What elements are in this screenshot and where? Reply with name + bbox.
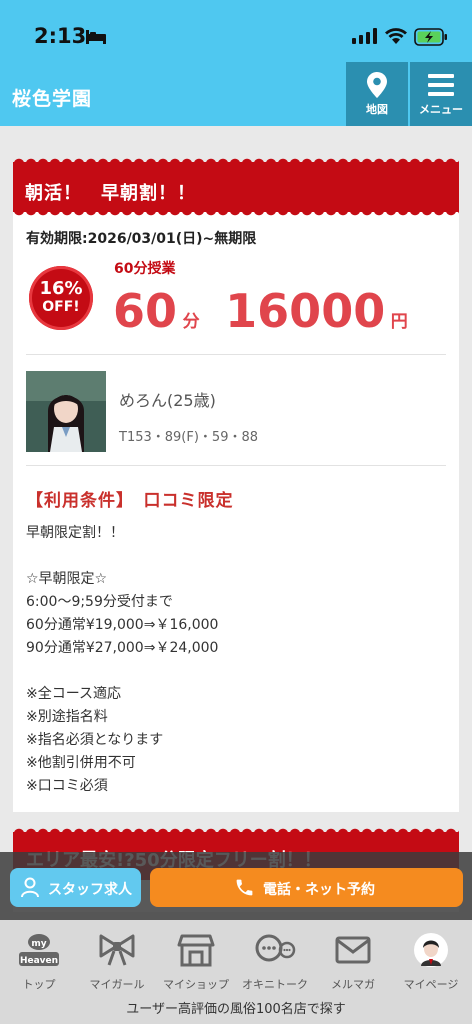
detail-line: 60分通常¥19,000⇒￥16,000	[26, 617, 219, 633]
discount-percent: 16%	[39, 278, 83, 299]
floating-action-bar: スタッフ求人 電話・ネット予約	[0, 852, 472, 920]
menu-button[interactable]: メニュー	[410, 62, 472, 126]
banner-scallop-top	[13, 826, 459, 834]
shop-title[interactable]: 桜色学園	[12, 84, 92, 111]
coupon-validity: 有効期限:2026/03/01(日)~無期限	[26, 231, 257, 247]
price-row: 60 分 16000 円	[113, 284, 408, 340]
map-pin-icon	[367, 72, 387, 98]
divider	[26, 465, 446, 466]
discount-off: OFF!	[42, 299, 80, 315]
staff-recruit-label: スタッフ求人	[48, 882, 132, 898]
person-icon	[21, 877, 39, 898]
girl-name[interactable]: めろん(25歳)	[119, 387, 216, 411]
phone-icon	[236, 879, 253, 896]
call-reserve-label: 電話・ネット予約	[263, 882, 375, 898]
tab-label: マイショップ	[163, 978, 229, 991]
banner-scallop-top	[13, 156, 459, 164]
mail-icon	[335, 936, 371, 964]
tab-my-page[interactable]: マイページ	[392, 920, 470, 1000]
shop-icon	[177, 934, 215, 967]
coupon-card: 朝活！ 早朝割！！ 有効期限:2026/03/01(日)~無期限 16% OFF…	[13, 156, 459, 812]
myheaven-logo-top: my	[31, 939, 46, 949]
detail-line	[26, 545, 446, 568]
chat-icon	[255, 934, 296, 962]
cellular-signal-icon	[352, 28, 377, 44]
girl-photo[interactable]	[26, 371, 106, 452]
avatar-icon	[414, 933, 448, 967]
detail-line: 6:00～9;59分受付まで	[26, 594, 173, 610]
detail-line: ※全コース適応	[26, 686, 122, 702]
course-minutes: 60	[113, 284, 178, 338]
detail-line: ※他割引併用不可	[26, 755, 136, 771]
price-unit: 円	[390, 312, 408, 332]
tab-label: マイガール	[89, 978, 145, 991]
tab-top[interactable]: my Heaven トップ	[0, 920, 78, 1000]
girl-measurements: T153・89(F)・59・88	[119, 430, 259, 445]
detail-line: ☆早朝限定☆	[26, 571, 108, 587]
detail-line: 90分通常¥27,000⇒￥24,000	[26, 640, 219, 656]
footer-search-link[interactable]: ユーザー高評価の風俗100名店で探す	[0, 1000, 472, 1024]
coupon-title: 朝活！ 早朝割！！	[25, 183, 196, 204]
detail-line	[26, 660, 446, 683]
detail-line: 早朝限定割！！	[26, 525, 124, 541]
minutes-unit: 分	[182, 312, 200, 332]
tab-my-girl[interactable]: マイガール	[78, 920, 156, 1000]
sleep-mode-icon	[86, 30, 106, 44]
menu-label: メニュー	[419, 103, 463, 116]
tab-mail-magazine[interactable]: メルマガ	[314, 920, 392, 1000]
tab-label: マイページ	[403, 978, 459, 991]
myheaven-icon: my Heaven	[19, 934, 59, 966]
tab-my-shop[interactable]: マイショップ	[157, 920, 235, 1000]
staff-recruit-button[interactable]: スタッフ求人	[10, 868, 141, 907]
hamburger-icon	[428, 74, 454, 96]
status-time: 2:13	[34, 24, 87, 48]
coupon-banner: 朝活！ 早朝割！！	[13, 156, 459, 218]
call-reserve-button[interactable]: 電話・ネット予約	[150, 868, 463, 907]
detail-line: ※口コミ必須	[26, 778, 108, 794]
tab-label: トップ	[22, 978, 56, 991]
discount-badge: 16% OFF!	[29, 266, 93, 330]
divider	[26, 354, 446, 355]
course-name: 60分授業	[114, 261, 176, 277]
coupon-details: 早朝限定割！！ ☆早朝限定☆ 6:00～9;59分受付まで 60分通常¥19,0…	[26, 522, 446, 798]
tab-label: オキニトーク	[242, 978, 308, 991]
wifi-icon	[385, 28, 407, 44]
detail-line: ※指名必須となります	[26, 732, 164, 748]
detail-line: ※別途指名料	[26, 709, 108, 725]
myheaven-logo-bottom: Heaven	[20, 956, 58, 966]
tab-okini-talk[interactable]: オキニトーク	[236, 920, 314, 1000]
map-label: 地図	[366, 103, 388, 116]
course-price: 16000	[225, 284, 386, 338]
map-button[interactable]: 地図	[346, 62, 408, 126]
tab-label: メルマガ	[331, 978, 375, 991]
conditions-title: 【利用条件】 口コミ限定	[26, 491, 234, 511]
girl-photo-image	[26, 371, 106, 452]
app-header: 桜色学園 地図 メニュー	[0, 62, 472, 126]
ribbon-icon	[99, 934, 135, 966]
battery-charging-icon	[414, 28, 447, 46]
status-bar: 2:13	[0, 0, 472, 62]
bottom-tab-bar: my Heaven トップ マイガール マイショップ オキニトーク メルマガ マ…	[0, 920, 472, 1000]
banner-scallop-bottom	[13, 210, 459, 218]
